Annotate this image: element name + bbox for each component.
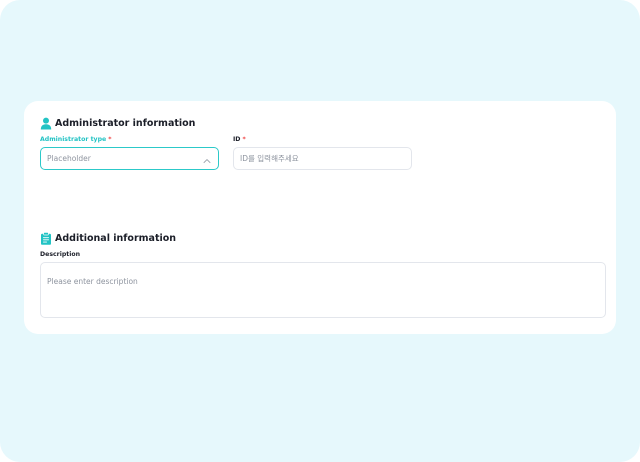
additional-section-title-text: Additional information — [55, 233, 177, 244]
required-mark: * — [108, 136, 112, 143]
administrator-type-select[interactable]: Placeholder — [40, 147, 219, 170]
id-placeholder: ID를 입력해주세요 — [240, 154, 299, 163]
clipboard-icon — [40, 232, 52, 245]
administrator-type-label-text: Administrator type — [40, 136, 107, 143]
administrator-type-placeholder: Placeholder — [47, 154, 91, 163]
description-label: Description — [40, 251, 80, 258]
description-label-text: Description — [40, 251, 81, 258]
user-icon — [40, 117, 52, 130]
id-input[interactable]: ID를 입력해주세요 — [233, 147, 412, 170]
id-label-text: ID — [233, 136, 241, 143]
description-textarea[interactable]: Please enter description — [40, 262, 606, 318]
admin-section-title-text: Administrator information — [55, 118, 196, 129]
chevron-up-icon[interactable] — [203, 149, 211, 168]
description-placeholder: Please enter description — [47, 277, 138, 286]
required-mark: * — [242, 136, 246, 143]
administrator-type-label: Administrator type * — [40, 136, 111, 143]
page-background: Administrator information Administrator … — [0, 0, 640, 462]
admin-section-title: Administrator information — [40, 117, 195, 130]
form-card: Administrator information Administrator … — [24, 101, 616, 334]
additional-section-title: Additional information — [40, 232, 176, 245]
id-label: ID * — [233, 136, 246, 143]
